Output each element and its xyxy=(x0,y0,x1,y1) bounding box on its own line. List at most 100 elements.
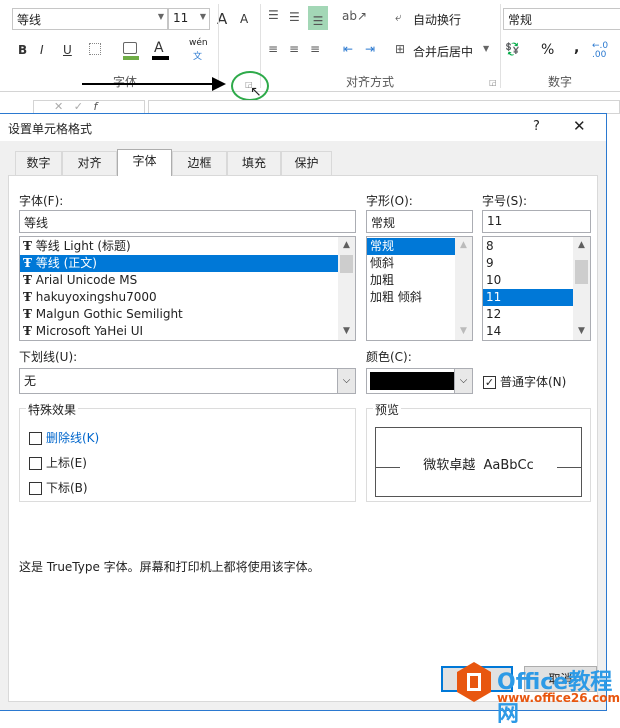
size-label: 字号(S): xyxy=(482,194,528,208)
scrollbar[interactable]: ▲ ▼ xyxy=(573,237,590,340)
tab-alignment[interactable]: 对齐 xyxy=(62,151,117,175)
font-color-bar xyxy=(152,56,169,60)
list-item[interactable]: Ŧ 等线 Light (标题) xyxy=(20,238,355,255)
enter-formula-button[interactable]: ✓ xyxy=(74,100,83,113)
tab-font[interactable]: 字体 xyxy=(117,149,172,176)
size-input[interactable]: 11 xyxy=(482,210,591,233)
chevron-down-icon[interactable]: ⌵ xyxy=(454,369,472,393)
align-right-icon[interactable]: ≡ xyxy=(310,42,320,56)
scroll-up-icon[interactable]: ▲ xyxy=(338,237,355,254)
preview-box: 微软卓越 AaBbCc xyxy=(375,427,582,497)
scroll-up-icon[interactable]: ▲ xyxy=(573,237,590,254)
bold-button[interactable]: B xyxy=(18,43,27,57)
scroll-down-icon[interactable]: ▼ xyxy=(455,323,472,340)
number-format-combo[interactable]: 常规 xyxy=(503,8,620,30)
font-name-combo[interactable]: 等线 ▼ xyxy=(12,8,168,30)
underline-label: 下划线(U): xyxy=(19,350,78,364)
formula-input[interactable] xyxy=(148,100,620,114)
scroll-up-icon[interactable]: ▲ xyxy=(455,237,472,254)
list-item-label: 等线 (正文) xyxy=(35,256,97,270)
wrap-text-button[interactable]: 自动换行 xyxy=(413,11,461,28)
insert-function-button[interactable]: f xyxy=(93,100,97,113)
underline-button[interactable]: U xyxy=(63,43,72,57)
underline-select[interactable]: 无 ⌵ xyxy=(19,368,356,394)
scroll-thumb[interactable] xyxy=(340,255,353,273)
list-item[interactable]: Ŧ Arial Unicode MS xyxy=(20,272,355,289)
dialog-launcher-icon[interactable]: ◲ xyxy=(489,78,497,87)
strikethrough-checkbox[interactable]: 删除线(K) xyxy=(29,429,99,446)
border-icon[interactable] xyxy=(89,43,101,55)
list-item[interactable]: 常规 xyxy=(367,238,455,255)
increase-indent-icon[interactable]: ⇥ xyxy=(365,42,375,56)
chevron-down-icon[interactable]: ⌵ xyxy=(337,369,355,393)
cancel-formula-button[interactable]: ✕ xyxy=(54,100,63,113)
scroll-down-icon[interactable]: ▼ xyxy=(573,323,590,340)
font-size-combo[interactable]: 11 ▼ xyxy=(168,8,210,30)
dialog-title: 设置单元格格式 xyxy=(8,122,93,136)
align-center-icon[interactable]: ≡ xyxy=(289,42,299,56)
scroll-down-icon[interactable]: ▼ xyxy=(338,323,355,340)
superscript-label: 上标(E) xyxy=(46,456,87,470)
font-color-button[interactable]: A xyxy=(154,40,164,56)
italic-button[interactable]: I xyxy=(40,43,44,57)
style-list[interactable]: 常规 倾斜 加粗 加粗 倾斜 ▲ ▼ xyxy=(366,236,473,341)
style-label: 字形(O): xyxy=(366,194,413,208)
list-item[interactable]: 11 xyxy=(483,289,573,306)
subscript-checkbox[interactable]: 下标(B) xyxy=(29,479,88,496)
list-item[interactable]: Ŧ hakuyoxingshu7000 xyxy=(20,289,355,306)
font-input[interactable]: 等线 xyxy=(19,210,356,233)
align-left-icon[interactable]: ≡ xyxy=(268,42,278,56)
chevron-down-icon[interactable]: ▼ xyxy=(483,44,489,53)
formula-bar-buttons: ✕ ✓ f xyxy=(33,100,145,114)
mouse-cursor-icon: ↖ xyxy=(250,84,262,100)
fill-color-icon[interactable] xyxy=(123,42,137,54)
checkbox-checked-icon[interactable]: ✓ xyxy=(483,376,496,389)
font-name-value: 等线 xyxy=(17,13,42,27)
comma-button[interactable]: , xyxy=(574,40,579,56)
merge-center-button[interactable]: 合并后居中 xyxy=(413,43,473,60)
normal-font-label: 普通字体(N) xyxy=(500,375,567,389)
help-button[interactable]: ? xyxy=(533,119,540,134)
list-item[interactable]: Ŧ Microsoft YaHei UI xyxy=(20,323,355,340)
effects-group: 特殊效果 删除线(K) 上标(E) 下标(B) xyxy=(19,401,356,502)
close-button[interactable]: ✕ xyxy=(573,117,586,135)
size-list[interactable]: 8 9 10 11 12 14 ▲ ▼ xyxy=(482,236,591,341)
tab-fill[interactable]: 填充 xyxy=(227,151,281,175)
currency-icon[interactable]: 💱 xyxy=(505,42,520,56)
scroll-thumb[interactable] xyxy=(575,260,588,284)
checkbox-icon[interactable] xyxy=(29,432,42,445)
scrollbar[interactable]: ▲ ▼ xyxy=(455,237,472,340)
list-item-label: hakuyoxingshu7000 xyxy=(35,290,157,304)
list-item[interactable]: Ŧ 等线 (正文) xyxy=(20,255,338,272)
divider xyxy=(218,4,219,88)
font-label: 字体(F): xyxy=(19,194,64,208)
chevron-down-icon: ▼ xyxy=(157,12,164,21)
tab-border[interactable]: 边框 xyxy=(172,151,227,175)
normal-font-checkbox[interactable]: ✓ 普通字体(N) xyxy=(483,373,566,390)
ribbon: 等线 ▼ 11 ▼ A A B I U A wén 文 字体 ☰ ☰ ☰ ab↗ ≡… xyxy=(0,0,620,101)
orientation-icon[interactable]: ab↗ xyxy=(342,9,367,23)
checkbox-icon[interactable] xyxy=(29,457,42,470)
font-list[interactable]: Ŧ 等线 Light (标题) Ŧ 等线 (正文) Ŧ Arial Unicod… xyxy=(19,236,356,341)
color-swatch xyxy=(370,372,454,390)
scrollbar[interactable]: ▲ ▼ xyxy=(338,237,355,340)
color-select[interactable]: ⌵ xyxy=(366,368,473,394)
percent-button[interactable]: % xyxy=(541,42,554,58)
checkbox-icon[interactable] xyxy=(29,482,42,495)
align-middle-icon[interactable]: ☰ xyxy=(289,10,300,24)
effects-title: 特殊效果 xyxy=(26,401,79,418)
decrease-indent-icon[interactable]: ⇤ xyxy=(343,42,353,56)
tab-protection[interactable]: 保护 xyxy=(281,151,332,175)
style-input[interactable]: 常规 xyxy=(366,210,473,233)
list-item[interactable]: Ŧ Malgun Gothic Semilight xyxy=(20,306,355,323)
shrink-font-button[interactable]: A xyxy=(240,12,248,26)
increase-decimal-button[interactable]: ←.0 .00 xyxy=(592,42,620,60)
superscript-checkbox[interactable]: 上标(E) xyxy=(29,454,87,471)
list-item-label: Microsoft YaHei UI xyxy=(35,324,144,338)
tab-number[interactable]: 数字 xyxy=(15,151,62,175)
align-bottom-icon[interactable]: ☰ xyxy=(308,6,328,30)
wrap-text-icon: ⤶ xyxy=(395,10,402,24)
align-top-icon[interactable]: ☰ xyxy=(268,8,279,22)
font-description: 这是 TrueType 字体。屏幕和打印机上都将使用该字体。 xyxy=(19,560,320,574)
phonetic-icon[interactable]: wén xyxy=(189,38,208,48)
